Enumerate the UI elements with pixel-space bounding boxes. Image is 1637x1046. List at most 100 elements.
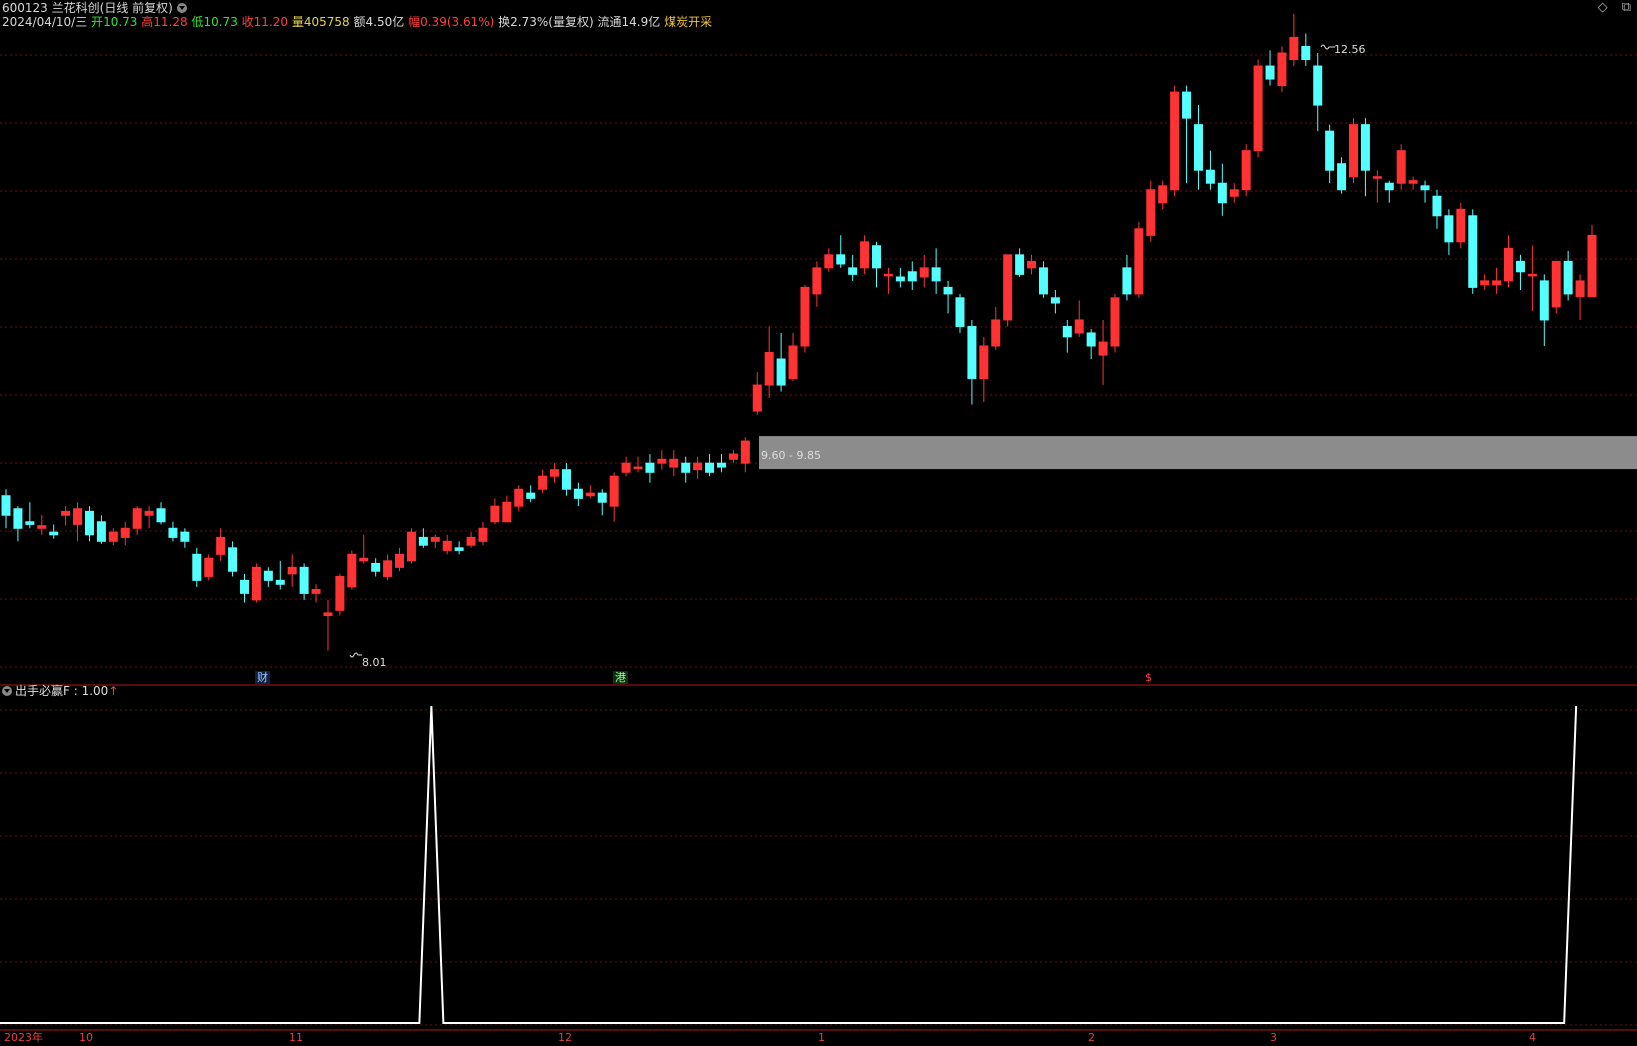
candle[interactable] — [1420, 180, 1430, 203]
candle[interactable] — [538, 469, 548, 494]
candle[interactable] — [1265, 50, 1275, 86]
candle[interactable] — [1587, 224, 1597, 298]
candle[interactable] — [1205, 150, 1215, 190]
candle[interactable] — [621, 456, 631, 477]
dropdown-icon[interactable] — [176, 2, 187, 13]
candle[interactable] — [955, 293, 965, 333]
candle[interactable] — [907, 261, 917, 290]
candle[interactable] — [73, 502, 83, 542]
candle[interactable] — [1372, 170, 1382, 203]
candle[interactable] — [1396, 144, 1406, 190]
candle[interactable] — [395, 547, 405, 572]
candle[interactable] — [716, 454, 726, 473]
stock-chart[interactable]: 12.56 8.01 9.60 - 9.85 — [0, 0, 1637, 1046]
candle[interactable] — [168, 521, 178, 542]
candle[interactable] — [1241, 144, 1251, 197]
candle[interactable] — [526, 485, 536, 503]
diamond-icon[interactable]: ◇ — [1598, 0, 1608, 15]
candle[interactable] — [883, 267, 893, 294]
candle[interactable] — [192, 547, 202, 587]
candle[interactable] — [573, 482, 583, 507]
candle[interactable] — [1277, 46, 1287, 93]
candle[interactable] — [323, 599, 333, 651]
candle[interactable] — [1038, 261, 1048, 298]
indicator-menu-icon[interactable] — [2, 685, 12, 696]
candle[interactable] — [1515, 254, 1525, 290]
candle[interactable] — [299, 563, 309, 600]
candle[interactable] — [359, 534, 369, 564]
candle[interactable] — [430, 534, 440, 548]
candle[interactable] — [251, 563, 261, 603]
candle[interactable] — [585, 485, 595, 499]
candle[interactable] — [1563, 250, 1573, 301]
candle[interactable] — [466, 532, 476, 548]
candle[interactable] — [1, 489, 11, 529]
candle[interactable] — [919, 254, 929, 288]
candle[interactable] — [824, 248, 834, 272]
dividend-badge[interactable]: $ — [1143, 671, 1154, 684]
candle[interactable] — [597, 489, 607, 516]
candle[interactable] — [1575, 274, 1585, 320]
candle[interactable] — [442, 534, 452, 555]
candle[interactable] — [406, 528, 416, 564]
candle[interactable] — [228, 541, 238, 577]
restore-icon[interactable]: ⧉ — [1622, 0, 1631, 15]
candle[interactable] — [860, 235, 870, 275]
candle[interactable] — [1325, 124, 1335, 184]
candle[interactable] — [1480, 274, 1490, 290]
candle[interactable] — [1444, 209, 1454, 255]
candle[interactable] — [454, 541, 464, 555]
candle[interactable] — [931, 248, 941, 294]
candle[interactable] — [752, 372, 762, 415]
candle[interactable] — [132, 506, 142, 535]
candle[interactable] — [895, 267, 905, 288]
candle[interactable] — [1098, 319, 1108, 386]
candle[interactable] — [335, 573, 345, 616]
concept-tag[interactable]: 煤炭开采 — [664, 15, 712, 29]
candle[interactable] — [1384, 180, 1394, 203]
candle[interactable] — [728, 450, 738, 464]
candle[interactable] — [991, 306, 1001, 350]
candle[interactable] — [812, 261, 822, 307]
candle[interactable] — [1015, 248, 1025, 277]
candle[interactable] — [979, 336, 989, 402]
candle[interactable] — [1301, 33, 1311, 67]
candle[interactable] — [1217, 163, 1227, 216]
candle[interactable] — [1110, 293, 1120, 353]
candle[interactable] — [1337, 157, 1347, 194]
candle[interactable] — [1456, 202, 1466, 249]
candle[interactable] — [1003, 254, 1013, 327]
candle[interactable] — [657, 450, 667, 470]
candle[interactable] — [836, 235, 846, 268]
candle[interactable] — [776, 332, 786, 392]
candle[interactable] — [1504, 235, 1514, 288]
candle[interactable] — [609, 472, 619, 522]
candle[interactable] — [156, 502, 166, 525]
candle[interactable] — [347, 550, 357, 590]
candlestick-series[interactable] — [1, 13, 1597, 651]
candle[interactable] — [120, 521, 130, 546]
candle[interactable] — [705, 454, 715, 477]
candle[interactable] — [1349, 118, 1359, 184]
candle[interactable] — [1468, 209, 1478, 294]
candle[interactable] — [239, 573, 249, 603]
candle[interactable] — [1146, 180, 1156, 242]
candle[interactable] — [371, 558, 381, 577]
candle[interactable] — [1229, 183, 1239, 203]
candle[interactable] — [96, 515, 106, 544]
candle[interactable] — [490, 498, 500, 525]
candle[interactable] — [1086, 329, 1096, 360]
candle[interactable] — [1289, 13, 1299, 67]
candle[interactable] — [1408, 176, 1418, 190]
candle[interactable] — [1313, 53, 1323, 132]
candle[interactable] — [287, 554, 297, 587]
candle[interactable] — [1360, 118, 1370, 197]
candle[interactable] — [180, 528, 190, 548]
candle[interactable] — [1182, 85, 1192, 184]
candle[interactable] — [275, 560, 285, 590]
candle[interactable] — [561, 463, 571, 496]
candle[interactable] — [478, 521, 488, 546]
candle[interactable] — [1158, 180, 1168, 210]
candle[interactable] — [800, 284, 810, 353]
candle[interactable] — [740, 437, 750, 473]
